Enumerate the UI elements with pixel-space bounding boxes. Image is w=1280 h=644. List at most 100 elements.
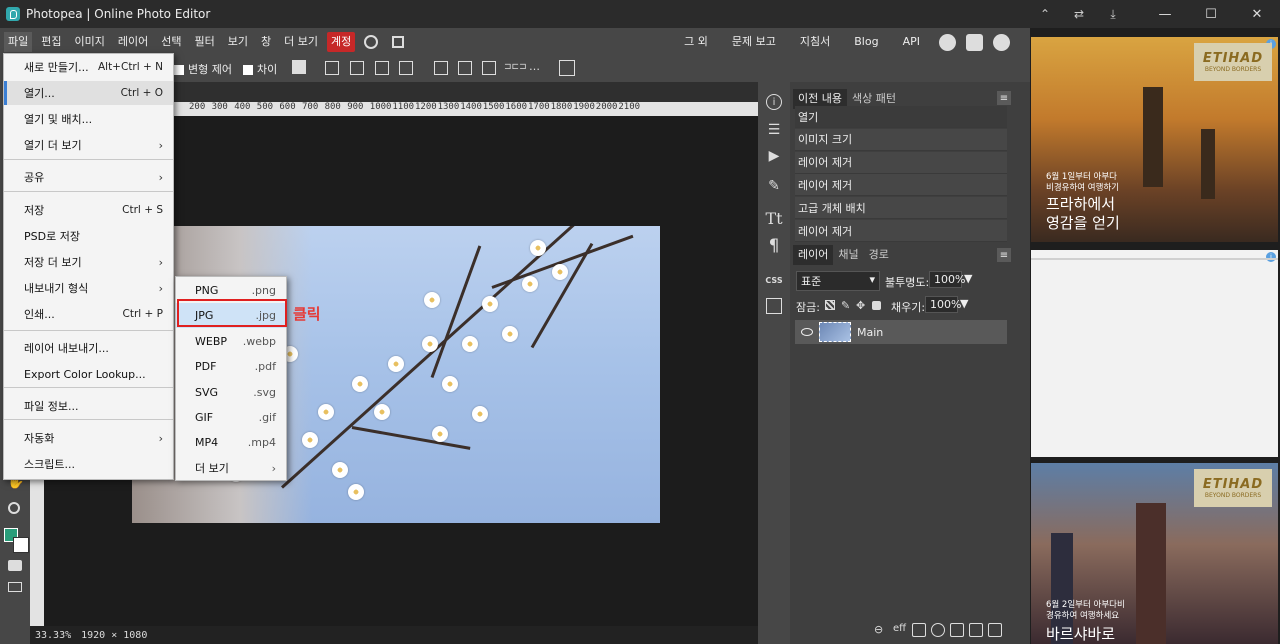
file-menu-item-save[interactable]: 저장 Ctrl + S bbox=[4, 198, 173, 222]
ad-banner-blank[interactable]: i bbox=[1031, 250, 1278, 457]
maximize-button[interactable]: ☐ bbox=[1188, 0, 1234, 28]
history-panel-menu-button[interactable]: ≡ bbox=[997, 91, 1011, 105]
twitter-icon[interactable] bbox=[966, 33, 983, 51]
ad-banner-prague[interactable]: i ETIHAD BEYOND BORDERS 6월 1일부터 아부다 비경유하… bbox=[1031, 37, 1278, 242]
export-item-mp4[interactable]: MP4 .mp4 bbox=[176, 430, 286, 455]
zoom-level[interactable]: 33.33% bbox=[30, 630, 76, 641]
zoom-tool-icon[interactable] bbox=[8, 502, 20, 514]
new-group-icon[interactable] bbox=[950, 623, 964, 637]
link-layers-icon[interactable]: ⊖ bbox=[874, 623, 888, 637]
history-item[interactable]: 레이어 제거 bbox=[795, 151, 1007, 174]
menu-api[interactable]: API bbox=[899, 32, 924, 52]
file-menu-item-export-as[interactable]: 내보내기 형식 › bbox=[4, 276, 173, 300]
fill-dropdown-icon[interactable]: ▼ bbox=[960, 297, 968, 310]
brush-settings-icon[interactable]: ✎ bbox=[766, 178, 782, 194]
menu-file[interactable]: 파일 bbox=[4, 32, 33, 52]
menu-window[interactable]: 창 bbox=[257, 32, 275, 52]
menu-blog[interactable]: Blog bbox=[850, 32, 882, 52]
fill-input[interactable]: 100% bbox=[925, 296, 961, 313]
close-button[interactable]: ✕ bbox=[1234, 0, 1280, 28]
diff-option[interactable]: 차이 bbox=[243, 61, 277, 77]
menu-filter[interactable]: 필터 bbox=[191, 32, 219, 52]
blend-mode-select[interactable]: 표준 ▾ bbox=[796, 271, 880, 291]
export-item-svg[interactable]: SVG .svg bbox=[176, 380, 286, 405]
delete-layer-icon[interactable] bbox=[988, 623, 1002, 637]
lock-all-icon[interactable] bbox=[872, 301, 881, 310]
history-item[interactable]: 레이어 제거 bbox=[795, 220, 1007, 242]
reddit-icon[interactable] bbox=[939, 33, 956, 51]
distribute-v-icon[interactable] bbox=[458, 61, 472, 75]
file-menu-item-automate[interactable]: 자동화 › bbox=[4, 426, 173, 450]
menu-account[interactable]: 계정 bbox=[326, 32, 356, 52]
transform-checkbox[interactable] bbox=[174, 65, 184, 75]
distribute-h-icon[interactable] bbox=[434, 61, 448, 75]
more-dots-icon[interactable]: … bbox=[529, 60, 540, 73]
history-item[interactable]: 열기 bbox=[795, 106, 1007, 128]
export-item-더-보기[interactable]: 더 보기 › bbox=[176, 456, 286, 481]
image-icon[interactable] bbox=[766, 298, 782, 314]
diff-checkbox[interactable] bbox=[243, 65, 253, 75]
file-menu-item-export-layers[interactable]: 레이어 내보내기... bbox=[4, 336, 173, 360]
file-menu-item-save-more[interactable]: 저장 더 보기 › bbox=[4, 250, 173, 274]
align-right-icon[interactable] bbox=[375, 61, 389, 75]
character-icon[interactable]: Tt bbox=[765, 209, 782, 228]
menu-other[interactable]: 그 외 bbox=[680, 32, 712, 52]
lock-pixels-icon[interactable]: ✎ bbox=[841, 299, 850, 312]
file-menu-item-script[interactable]: 스크립트... bbox=[4, 452, 173, 476]
ad-banner-warsaw[interactable]: ETIHAD BEYOND BORDERS 6월 2일부터 아부다비 경유하여 … bbox=[1031, 463, 1278, 644]
download-arrow-icon[interactable] bbox=[292, 60, 306, 74]
adjustments-icon[interactable]: ☰ bbox=[766, 122, 782, 138]
translate-icon[interactable]: ⇄ bbox=[1062, 0, 1096, 28]
history-item[interactable]: 고급 개체 배치 bbox=[795, 197, 1007, 220]
menu-image[interactable]: 이미지 bbox=[71, 32, 109, 52]
opacity-dropdown-icon[interactable]: ▼ bbox=[964, 272, 972, 285]
chevron-up-icon[interactable]: ⌃ bbox=[1028, 0, 1062, 28]
file-menu-item-export-color-lookup[interactable]: Export Color Lookup... bbox=[4, 362, 173, 386]
transform-controls-option[interactable]: 변형 제어 bbox=[174, 61, 232, 77]
menu-select[interactable]: 선택 bbox=[157, 32, 185, 52]
eye-visibility-icon[interactable] bbox=[801, 328, 813, 336]
menu-tutorial[interactable]: 지침서 bbox=[796, 32, 834, 52]
export-item-webp[interactable]: WEBP .webp bbox=[176, 329, 286, 354]
minimize-button[interactable]: — bbox=[1142, 0, 1188, 28]
align-left-icon[interactable] bbox=[325, 61, 339, 75]
file-menu-item-new[interactable]: 새로 만들기... Alt+Ctrl + N bbox=[4, 55, 173, 79]
facebook-icon[interactable] bbox=[993, 33, 1010, 51]
menu-edit[interactable]: 편집 bbox=[37, 32, 65, 52]
menu-view[interactable]: 보기 bbox=[224, 32, 252, 52]
tab-paths[interactable]: 경로 bbox=[864, 245, 894, 265]
search-icon[interactable] bbox=[364, 35, 379, 49]
opacity-input[interactable]: 100% bbox=[929, 271, 965, 288]
keyboard-icon[interactable] bbox=[8, 582, 22, 592]
adchoices-icon-2[interactable]: i bbox=[1266, 252, 1276, 262]
distribute-bottom-icon[interactable] bbox=[482, 61, 496, 75]
tab-channels[interactable]: 채널 bbox=[833, 245, 863, 265]
add-mask-icon[interactable] bbox=[912, 623, 926, 637]
lock-position-icon[interactable]: ✥ bbox=[856, 299, 865, 312]
background-color-swatch[interactable] bbox=[13, 537, 29, 553]
adjustment-layer-icon[interactable] bbox=[931, 623, 945, 637]
layer-effects-icon[interactable]: eff bbox=[893, 623, 907, 637]
menu-report-bug[interactable]: 문제 보고 bbox=[728, 32, 780, 52]
layer-item-main[interactable]: Main bbox=[795, 320, 1007, 344]
export-item-pdf[interactable]: PDF .pdf bbox=[176, 354, 286, 379]
align-top-icon[interactable] bbox=[399, 61, 413, 75]
new-layer-icon[interactable] bbox=[969, 623, 983, 637]
paragraph-icon[interactable]: ¶ bbox=[766, 236, 782, 256]
export-item-gif[interactable]: GIF .gif bbox=[176, 405, 286, 430]
download-app-icon[interactable]: ⤓ bbox=[1096, 0, 1130, 28]
tab-layers[interactable]: 레이어 bbox=[793, 245, 834, 265]
file-menu-item-share[interactable]: 공유 › bbox=[4, 165, 173, 189]
lock-transparency-icon[interactable] bbox=[825, 300, 835, 310]
play-actions-icon[interactable]: ▶ bbox=[766, 148, 782, 164]
align-center-icon[interactable] bbox=[350, 61, 364, 75]
history-item[interactable]: 이미지 크기 bbox=[795, 128, 1007, 151]
menu-more[interactable]: 더 보기 bbox=[280, 32, 322, 52]
file-menu-item-open[interactable]: 열기... Ctrl + O bbox=[4, 81, 173, 105]
distribute-more-icon[interactable]: ⊐⊏⊐ bbox=[504, 62, 527, 72]
file-menu-item-open-and-place[interactable]: 열기 및 배치... bbox=[4, 107, 173, 131]
history-item[interactable]: 레이어 제거 bbox=[795, 174, 1007, 197]
info-icon[interactable]: i bbox=[766, 94, 782, 110]
file-menu-item-open-more[interactable]: 열기 더 보기 › bbox=[4, 133, 173, 157]
quick-mask-icon[interactable] bbox=[8, 560, 22, 571]
